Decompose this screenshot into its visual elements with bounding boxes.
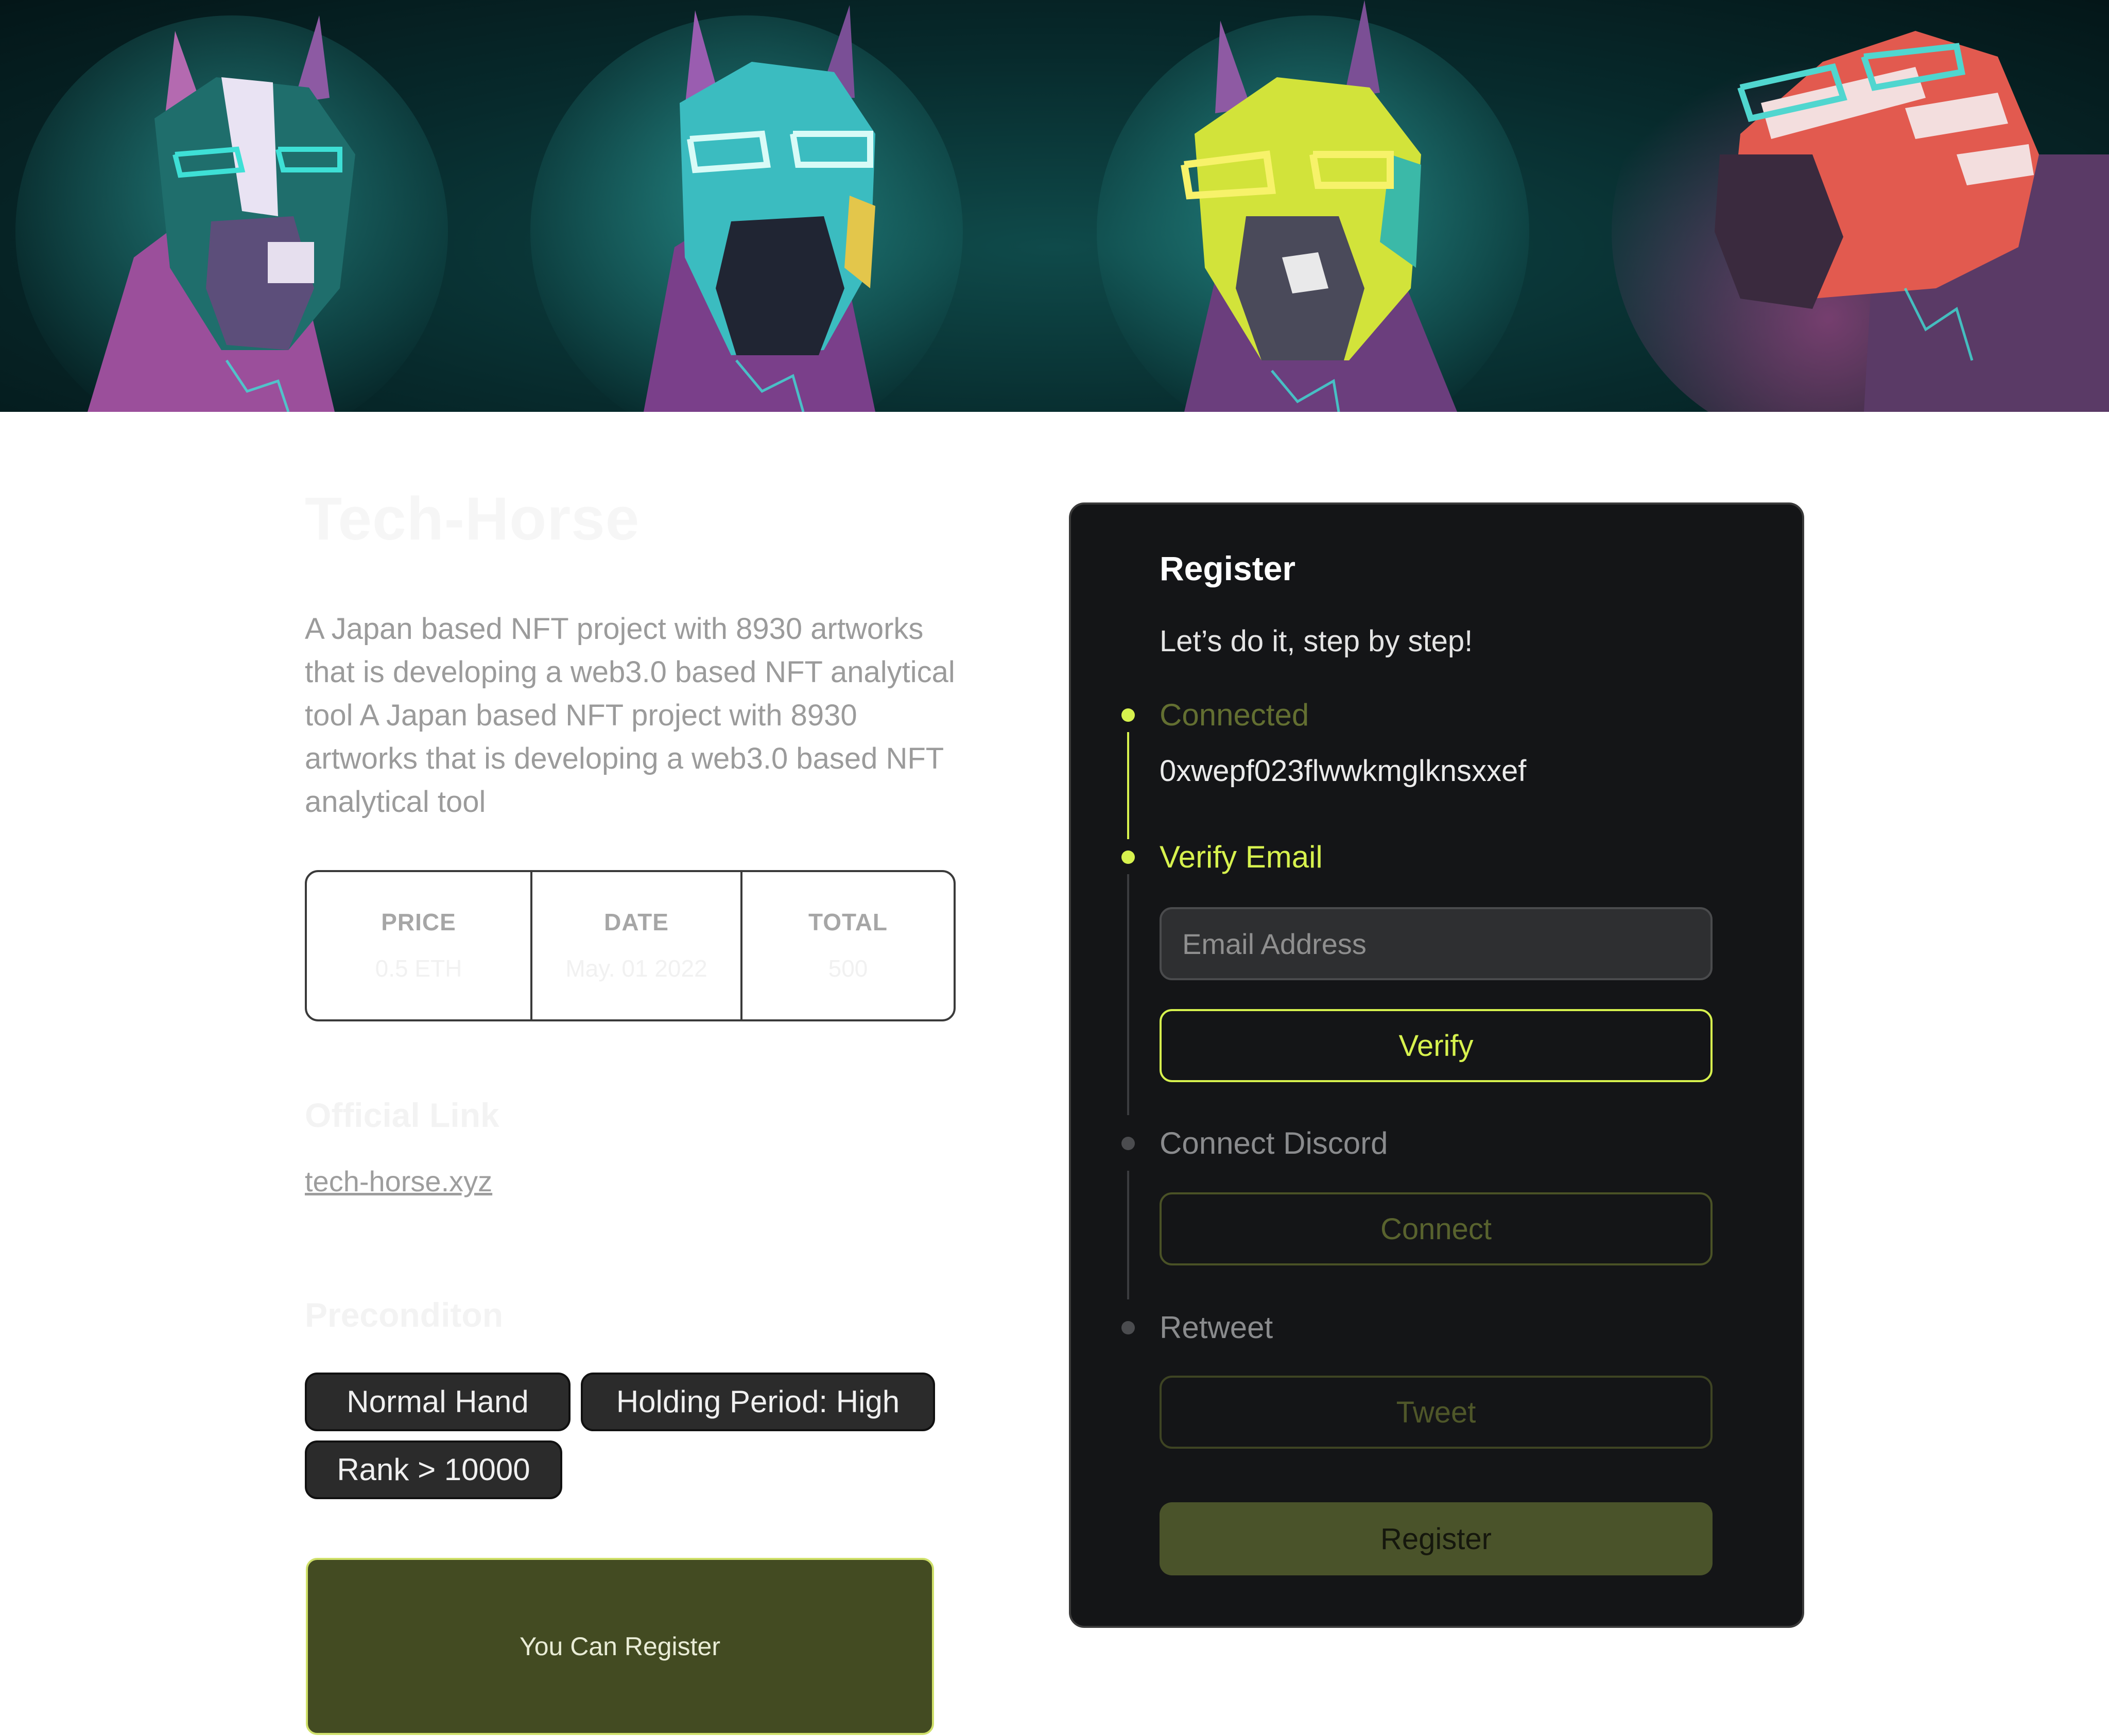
cta-label: You Can Register bbox=[519, 1632, 721, 1661]
register-subtitle: Let’s do it, step by step! bbox=[1160, 624, 1473, 658]
precondition-chip: Normal Hand bbox=[305, 1373, 571, 1431]
stat-total: TOTAL 500 bbox=[740, 872, 954, 1019]
step-verify-email-label: Verify Email bbox=[1160, 840, 1323, 874]
precondition-heading: Preconditon bbox=[305, 1296, 504, 1334]
step-dot-retweet bbox=[1121, 1321, 1135, 1334]
precondition-chip: Holding Period: High bbox=[581, 1373, 935, 1431]
step-line bbox=[1127, 874, 1129, 1115]
step-dot-discord bbox=[1121, 1137, 1135, 1150]
step-retweet-label: Retweet bbox=[1160, 1310, 1273, 1345]
precondition-chip: Rank > 10000 bbox=[305, 1440, 562, 1499]
stat-total-value: 500 bbox=[828, 955, 868, 982]
tweet-button[interactable]: Tweet bbox=[1160, 1376, 1713, 1449]
stat-date: DATE May. 01 2022 bbox=[530, 872, 740, 1019]
register-title: Register bbox=[1160, 549, 1296, 587]
you-can-register-banner: You Can Register bbox=[306, 1558, 934, 1735]
stat-date-value: May. 01 2022 bbox=[565, 955, 707, 982]
official-link[interactable]: tech-horse.xyz bbox=[305, 1165, 492, 1198]
register-button[interactable]: Register bbox=[1160, 1502, 1713, 1575]
stat-price: PRICE 0.5 ETH bbox=[307, 872, 530, 1019]
project-title: Tech-Horse bbox=[305, 485, 640, 553]
stat-total-label: TOTAL bbox=[808, 909, 888, 935]
stats-table: PRICE 0.5 ETH DATE May. 01 2022 TOTAL 50… bbox=[305, 870, 956, 1021]
connect-discord-button[interactable]: Connect bbox=[1160, 1192, 1713, 1265]
step-line bbox=[1127, 1171, 1129, 1299]
email-address-input[interactable] bbox=[1160, 907, 1713, 980]
stat-date-label: DATE bbox=[604, 909, 669, 935]
step-dot-connected bbox=[1121, 708, 1135, 722]
wallet-address: 0xwepf023flwwkmglknsxxef bbox=[1160, 754, 1527, 788]
step-dot-verify bbox=[1121, 850, 1135, 864]
hero-banner bbox=[0, 0, 2109, 412]
step-connected-label: Connected bbox=[1160, 698, 1309, 732]
stat-price-value: 0.5 ETH bbox=[375, 955, 462, 982]
step-line bbox=[1127, 732, 1129, 839]
horse-artwork-image bbox=[15, 0, 2109, 412]
step-connect-discord-label: Connect Discord bbox=[1160, 1126, 1388, 1160]
official-link-heading: Official Link bbox=[305, 1096, 499, 1134]
stat-price-label: PRICE bbox=[381, 909, 456, 935]
verify-button[interactable]: Verify bbox=[1160, 1009, 1713, 1082]
project-description: A Japan based NFT project with 8930 artw… bbox=[305, 612, 955, 819]
